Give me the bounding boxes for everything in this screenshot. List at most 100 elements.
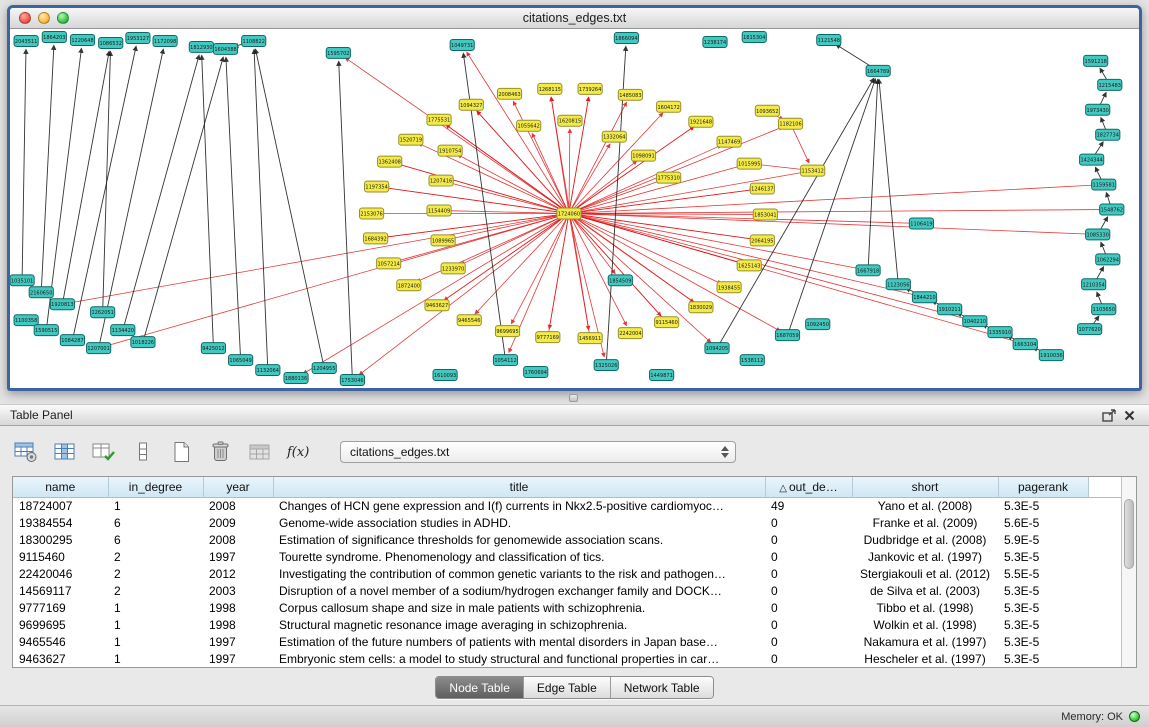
graph-node[interactable]: 9777169 <box>536 332 560 343</box>
cell-pagerank[interactable]: 5.5E-5 <box>998 565 1088 582</box>
network-graph-svg[interactable]: 1724060185304120641951625143193845518300… <box>10 29 1139 388</box>
minimize-button[interactable] <box>38 12 50 24</box>
column-header-title[interactable]: title <box>273 477 765 497</box>
network-select[interactable]: citations_edges.txt <box>340 441 736 463</box>
cell-out_degree[interactable]: 0 <box>765 514 852 531</box>
graph-node[interactable]: 2153076 <box>359 208 383 219</box>
cell-title[interactable]: Structural magnetic resonance image aver… <box>273 616 765 633</box>
cell-year[interactable]: 2008 <box>203 531 273 548</box>
graph-node[interactable]: 1182106 <box>778 118 802 129</box>
network-canvas[interactable]: 1724060185304120641951625143193845518300… <box>10 29 1139 388</box>
graph-node[interactable]: 1103650 <box>1092 304 1116 315</box>
graph-node[interactable]: 1921648 <box>689 116 713 127</box>
graph-edge[interactable] <box>569 213 1089 234</box>
graph-node[interactable]: 1098091 <box>631 150 655 161</box>
float-panel-button[interactable] <box>1099 406 1119 424</box>
graph-node[interactable]: 1775531 <box>427 114 451 125</box>
graph-node[interactable]: 1538112 <box>740 355 764 366</box>
graph-node[interactable]: 1084287 <box>60 335 84 346</box>
table-row[interactable]: 2242004622012Investigating the contribut… <box>13 565 1122 582</box>
graph-edge[interactable] <box>72 46 136 340</box>
graph-node[interactable]: 1739264 <box>578 83 602 94</box>
cell-in_degree[interactable]: 1 <box>108 633 203 650</box>
graph-node[interactable]: 1207001 <box>87 343 111 354</box>
cell-title[interactable]: Embryonic stem cells: a model to study s… <box>273 650 765 667</box>
cell-short[interactable]: Dudbridge et al. (2008) <box>852 531 998 548</box>
graph-node[interactable]: 1724060 <box>557 208 581 219</box>
column-header-pagerank[interactable]: pagerank <box>998 477 1088 497</box>
cell-pagerank[interactable]: 5.3E-5 <box>998 582 1088 599</box>
cell-short[interactable]: Yano et al. (2008) <box>852 497 998 514</box>
tab-network-table[interactable]: Network Table <box>610 677 713 698</box>
graph-node[interactable]: 1246137 <box>750 183 774 194</box>
graph-node[interactable]: 1054112 <box>493 355 517 366</box>
graph-node[interactable]: 1233970 <box>441 263 465 274</box>
cell-title[interactable]: Estimation of the future numbers of pati… <box>273 633 765 650</box>
delete-table-button[interactable] <box>207 438 235 466</box>
graph-node[interactable]: 1094205 <box>705 343 729 354</box>
cell-name[interactable]: 18724007 <box>13 497 108 514</box>
cell-year[interactable]: 2003 <box>203 582 273 599</box>
graph-node[interactable]: 1035101 <box>10 275 34 286</box>
graph-edge[interactable] <box>475 213 569 313</box>
graph-node[interactable]: 1664789 <box>866 65 890 76</box>
graph-node[interactable]: 1775310 <box>657 172 681 183</box>
cell-year[interactable]: 1998 <box>203 616 273 633</box>
graph-edge[interactable] <box>569 161 637 214</box>
graph-edge[interactable] <box>569 166 741 214</box>
graph-node[interactable]: 1663104 <box>1013 339 1037 350</box>
graph-node[interactable]: 1520719 <box>399 134 423 145</box>
graph-node[interactable]: 1684392 <box>364 233 388 244</box>
cell-year[interactable]: 1998 <box>203 599 273 616</box>
cell-in_degree[interactable]: 2 <box>108 565 203 582</box>
graph-node[interactable]: 1753046 <box>340 375 364 386</box>
graph-node[interactable]: 1065049 <box>229 355 253 366</box>
column-header-in-degree[interactable]: in_degree <box>108 477 203 497</box>
cell-year[interactable]: 1997 <box>203 650 273 667</box>
graph-node[interactable]: 1134420 <box>111 325 135 336</box>
graph-node[interactable]: 1827734 <box>1096 129 1120 140</box>
graph-node[interactable]: 1106419 <box>909 218 933 229</box>
cell-name[interactable]: 14569117 <box>13 582 108 599</box>
cell-title[interactable]: Changes of HCN gene expression and I(f) … <box>273 497 765 514</box>
graph-edge[interactable] <box>569 213 711 342</box>
cell-pagerank[interactable]: 5.3E-5 <box>998 548 1088 565</box>
cell-in_degree[interactable]: 1 <box>108 497 203 514</box>
cell-pagerank[interactable]: 5.3E-5 <box>998 599 1088 616</box>
graph-node[interactable]: 1262051 <box>91 307 115 318</box>
cell-pagerank[interactable]: 5.3E-5 <box>998 616 1088 633</box>
graph-edge[interactable] <box>22 49 26 280</box>
window-titlebar[interactable]: citations_edges.txt <box>10 8 1139 29</box>
cell-in_degree[interactable]: 1 <box>108 599 203 616</box>
cell-pagerank[interactable]: 5.3E-5 <box>998 650 1088 667</box>
column-header-short[interactable]: short <box>852 477 998 497</box>
table-scrollbar-thumb[interactable] <box>1124 499 1134 569</box>
graph-node[interactable]: 1456911 <box>578 333 602 344</box>
graph-edge[interactable] <box>339 61 353 380</box>
graph-node[interactable]: 1362408 <box>378 156 402 167</box>
table-settings-button[interactable] <box>12 438 40 466</box>
graph-node[interactable]: 1910754 <box>438 145 462 156</box>
cell-year[interactable]: 1997 <box>203 548 273 565</box>
cell-pagerank[interactable]: 5.9E-5 <box>998 531 1088 548</box>
graph-edge[interactable] <box>879 79 898 284</box>
tab-edge-table[interactable]: Edge Table <box>523 677 610 698</box>
cell-short[interactable]: Tibbo et al. (1998) <box>852 599 998 616</box>
table-row[interactable]: 1456911722003Disruption of a novel membe… <box>13 582 1122 599</box>
graph-edge[interactable] <box>103 51 111 312</box>
graph-edge[interactable] <box>569 180 661 213</box>
graph-node[interactable]: 1123056 <box>886 279 910 290</box>
graph-node[interactable]: 1548762 <box>1100 204 1124 215</box>
graph-edge[interactable] <box>449 183 569 214</box>
graph-edge[interactable] <box>123 55 199 330</box>
graph-node[interactable]: 1197354 <box>365 181 389 192</box>
graph-node[interactable]: 1812930 <box>189 41 213 52</box>
cell-year[interactable]: 2012 <box>203 565 273 582</box>
graph-node[interactable]: 1880136 <box>284 373 308 384</box>
rows-button[interactable] <box>129 438 157 466</box>
cell-title[interactable]: Investigating the contribution of common… <box>273 565 765 582</box>
graph-node[interactable]: 9425012 <box>201 343 225 354</box>
cell-title[interactable]: Genome-wide association studies in ADHD. <box>273 514 765 531</box>
graph-node[interactable]: 1853041 <box>753 209 777 220</box>
cell-short[interactable]: Franke et al. (2009) <box>852 514 998 531</box>
